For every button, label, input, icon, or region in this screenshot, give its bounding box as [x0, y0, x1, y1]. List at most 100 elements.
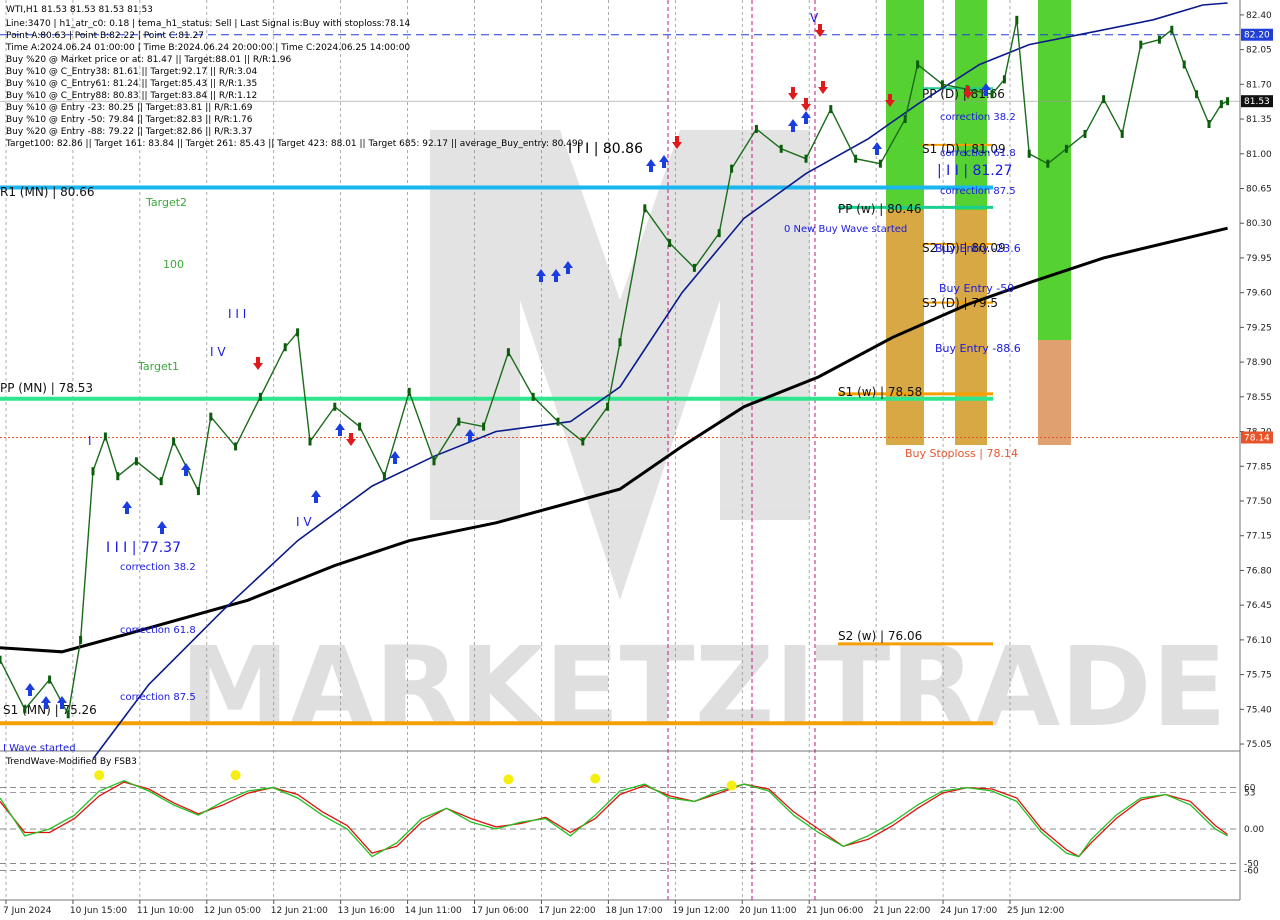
y-tick-label: 75.05: [1246, 740, 1272, 750]
info-line: Buy %20 @ Entry -88: 79.22 || Target:82.…: [6, 127, 253, 137]
price-point: [382, 472, 386, 481]
price-point: [91, 467, 95, 476]
x-tick-label: 24 Jun 17:00: [940, 906, 997, 916]
y-tick-label: 78.90: [1246, 358, 1272, 368]
price-point: [116, 472, 120, 481]
level-label: S2 (w) | 76.06: [838, 629, 922, 643]
price-point: [618, 338, 622, 347]
y-tick-label: 82.40: [1246, 11, 1272, 21]
y-tick-label: 78.55: [1246, 393, 1272, 403]
annotation-label: correction 61.8: [120, 625, 196, 636]
price-point: [804, 154, 808, 163]
price-point: [717, 229, 721, 238]
x-tick-label: 14 Jun 11:00: [405, 906, 462, 916]
price-point: [1046, 159, 1050, 168]
x-tick-label: 20 Jun 11:00: [739, 906, 796, 916]
price-point: [258, 392, 262, 401]
level-label: PP (w) | 80.46: [838, 202, 922, 216]
price-tag-label: 78.14: [1244, 434, 1270, 444]
annotation-label: correction 87.5: [120, 692, 196, 703]
signal-zone-4: [1038, 0, 1071, 340]
annotation-label: Buy Stoploss | 78.14: [905, 447, 1018, 460]
level-label: S1 (w) | 78.58: [838, 385, 922, 399]
x-axis: 7 Jun 2024 10 Jun 15:00 11 Jun 10:00 12 Jun…: [3, 900, 1064, 916]
y-tick-label: 79.60: [1246, 289, 1272, 299]
info-line: Buy %20 @ Market price or at: 81.47 || T…: [6, 55, 291, 65]
price-point: [1226, 97, 1230, 106]
annotation-label: Buy Entry -23.6: [935, 242, 1021, 255]
price-point: [854, 154, 858, 163]
y-tick-label: 75.75: [1246, 671, 1272, 681]
osc-signal-dot: [94, 770, 105, 781]
price-tags: 82.20 81.53 78.14: [1241, 28, 1273, 444]
watermark-text: MARKETZITRADE: [180, 623, 1227, 751]
y-tick-label: 79.95: [1246, 254, 1272, 264]
price-point: [159, 477, 163, 486]
info-line: Target100: 82.86 || Target 161: 83.84 ||…: [5, 139, 584, 149]
price-point: [668, 239, 672, 248]
price-point: [172, 437, 176, 446]
y-tick-label: 77.50: [1246, 497, 1272, 507]
x-tick-label: 19 Jun 12:00: [672, 906, 729, 916]
price-point: [283, 343, 287, 352]
y-tick-label: 76.80: [1246, 566, 1272, 576]
annotation-label: Buy Entry -50: [939, 282, 1014, 295]
price-point: [1083, 129, 1087, 138]
x-tick-label: 12 Jun 05:00: [204, 906, 261, 916]
x-tick-label: 21 Jun 06:00: [806, 906, 863, 916]
price-tag-label: 81.53: [1244, 97, 1270, 107]
info-line: Line:3470 | h1_atr_c0: 0.18 | tema_h1_st…: [6, 19, 411, 29]
y-tick-label: 75.40: [1246, 705, 1272, 715]
y-tick-label: 81.00: [1246, 150, 1272, 160]
price-point: [234, 442, 238, 451]
osc-tick-label: 53: [1244, 788, 1255, 798]
y-tick-label: 77.15: [1246, 532, 1272, 542]
price-point: [432, 457, 436, 466]
price-point: [457, 417, 461, 426]
signal-zones: [886, 0, 1071, 445]
annotation-label: I V: [210, 345, 226, 359]
price-point: [754, 124, 758, 133]
annotation-label: Target2: [145, 196, 187, 209]
price-point: [1195, 90, 1199, 99]
x-tick-label: 10 Jun 15:00: [70, 906, 127, 916]
price-point: [903, 115, 907, 124]
price-point: [1064, 144, 1068, 153]
annotation-label: Target1: [137, 360, 179, 373]
annotation-label: correction 38.2: [940, 112, 1016, 123]
annotation-label: V: [810, 11, 819, 25]
price-point: [103, 432, 107, 441]
oscillator-title: TrendWave-Modified By FSB3: [5, 757, 137, 767]
annotation-label: correction 38.2: [120, 562, 196, 573]
price-point: [1120, 129, 1124, 138]
price-point: [308, 437, 312, 446]
price-chart: MARKETZITRADE R1 (MN) | 80.66 PP (MN) | 7…: [0, 0, 1273, 916]
info-line: Buy %10 @ Entry -23: 80.25 || Target:83.…: [6, 103, 253, 113]
price-point: [581, 437, 585, 446]
x-tick-label: 12 Jun 21:00: [271, 906, 328, 916]
ohlc-header: WTI,H1 81.53 81.53 81.53 81.53: [6, 5, 153, 15]
annotation-label: I I I: [228, 307, 246, 321]
oscillator-panel-bg: [0, 752, 1240, 900]
price-point: [643, 204, 647, 213]
price-point: [48, 675, 52, 684]
price-point: [1157, 35, 1161, 44]
x-tick-label: 13 Jun 16:00: [338, 906, 395, 916]
info-line: Buy %10 @ Entry -50: 79.84 || Target:82.…: [6, 115, 253, 125]
price-point: [1027, 149, 1031, 158]
x-tick-label: 18 Jun 17:00: [605, 906, 662, 916]
price-point: [829, 105, 833, 114]
annotation-label: I I I | 77.37: [106, 540, 181, 556]
price-point: [1170, 25, 1174, 34]
x-tick-label: 11 Jun 10:00: [137, 906, 194, 916]
y-tick-label: 77.85: [1246, 462, 1272, 472]
price-point: [1139, 40, 1143, 49]
annotation-label: 100: [163, 258, 184, 271]
y-tick-label: 76.10: [1246, 636, 1272, 646]
chart-window: MARKETZITRADE R1 (MN) | 80.66 PP (MN) | 7…: [0, 0, 1280, 920]
price-point: [916, 60, 920, 69]
x-tick-label: 17 Jun 06:00: [472, 906, 529, 916]
annotation-label: I V: [296, 515, 312, 529]
price-point: [730, 164, 734, 173]
info-line: Buy %10 @ C_Entry88: 80.83 || Target:83.…: [6, 91, 257, 101]
